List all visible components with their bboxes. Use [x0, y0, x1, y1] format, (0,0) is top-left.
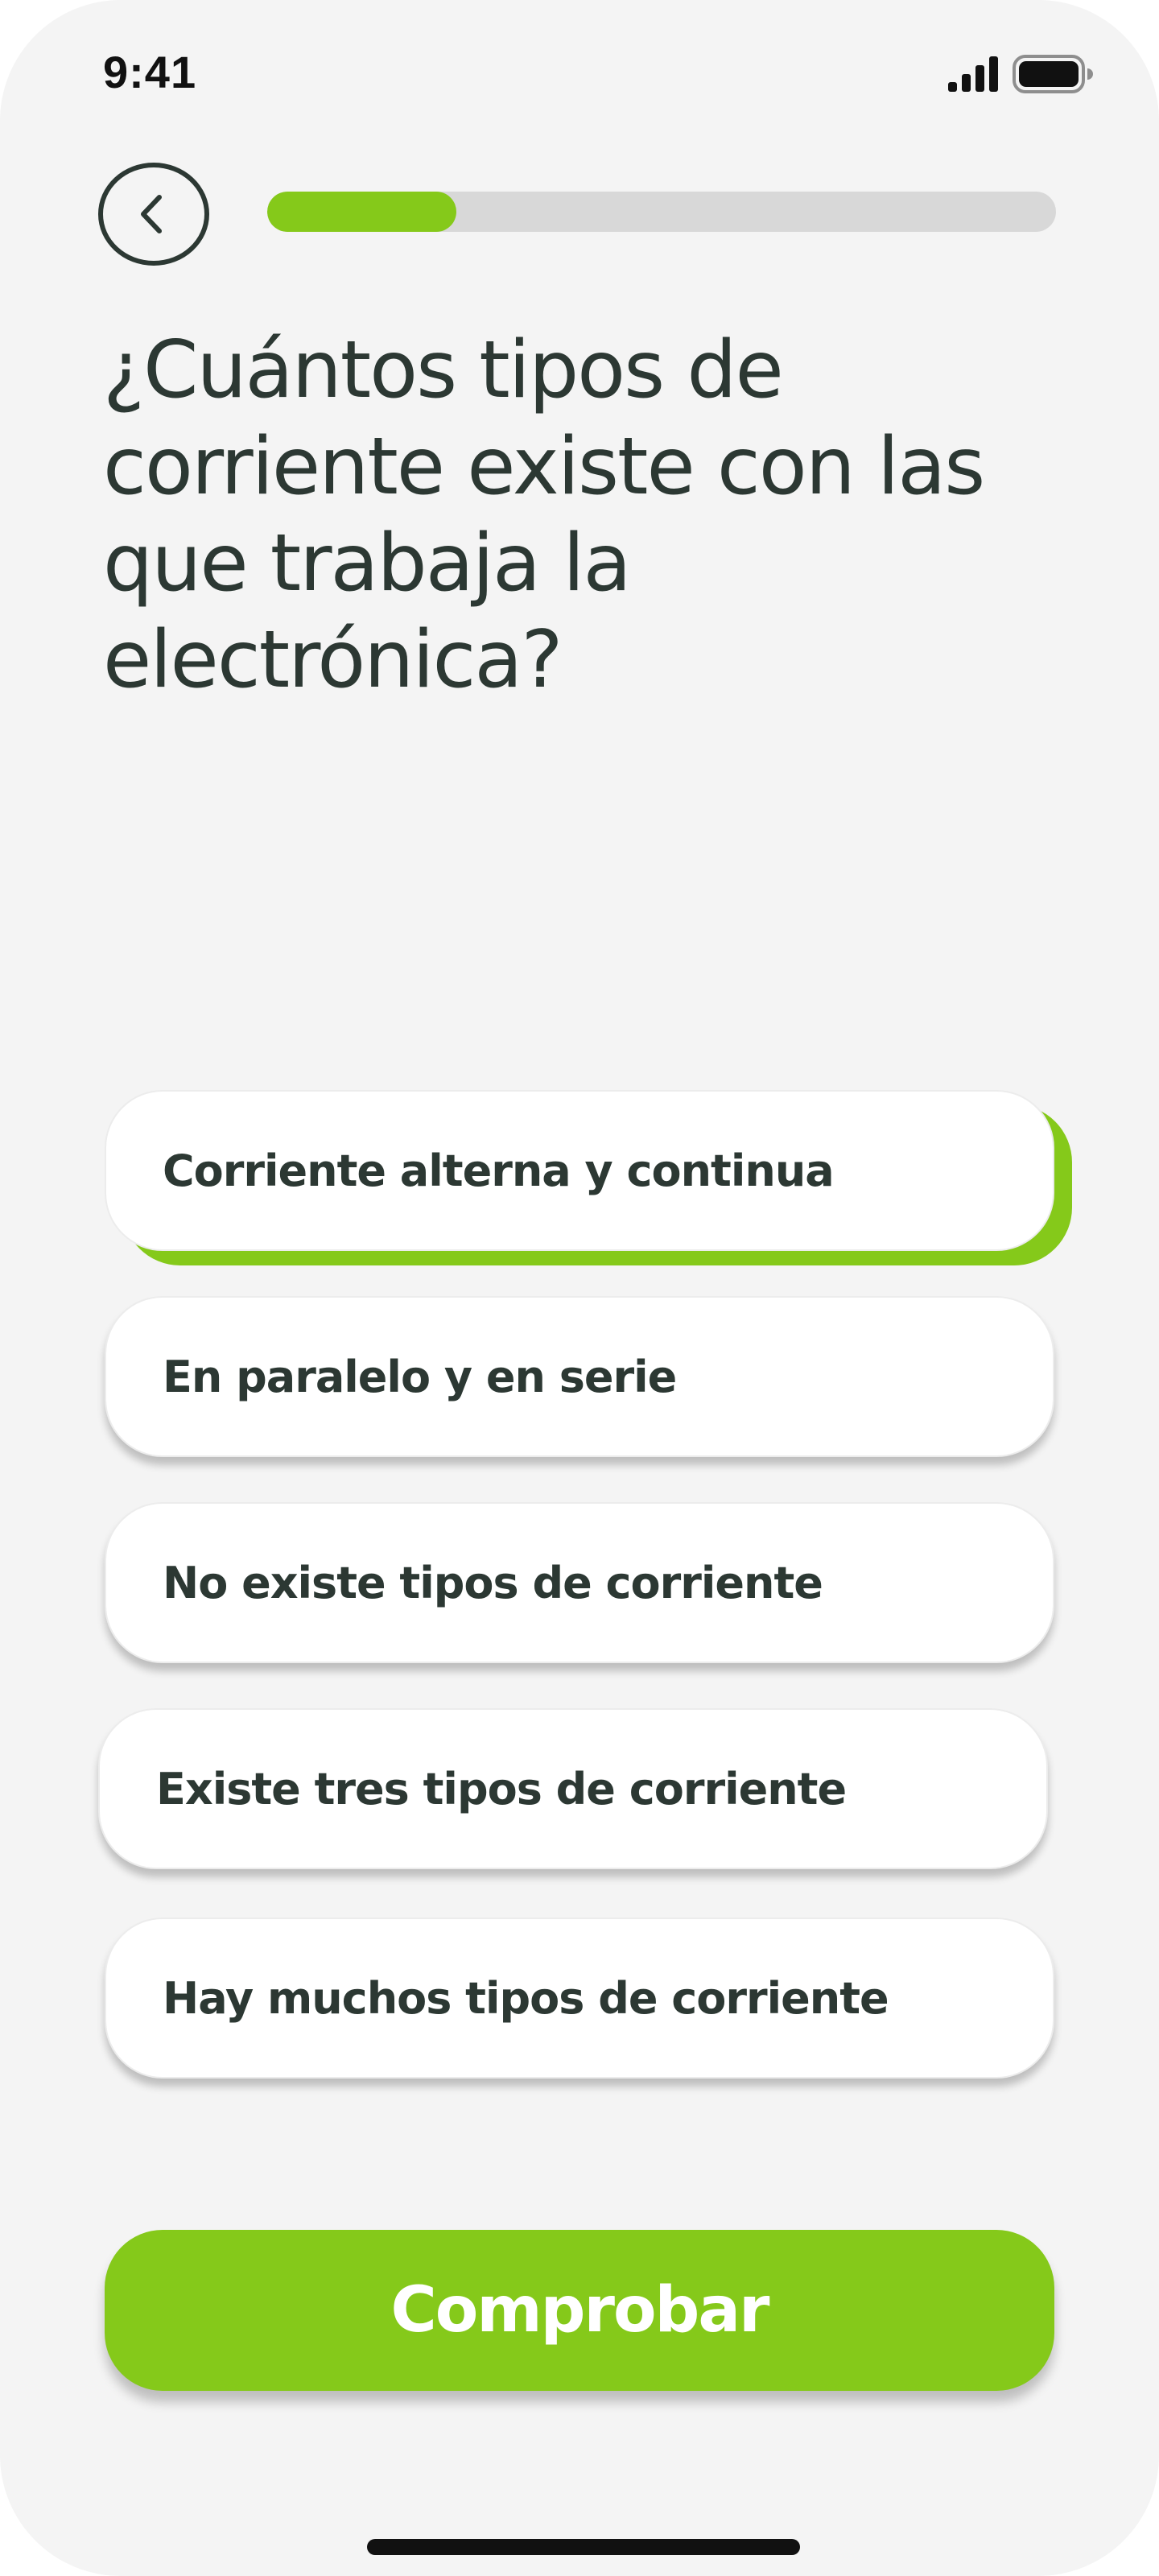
answer-option-label: No existe tipos de corriente [163, 1557, 823, 1608]
progress-fill [267, 192, 457, 232]
status-time: 9:41 [103, 47, 197, 97]
chevron-left-icon [141, 195, 162, 233]
progress-bar [267, 192, 1056, 232]
answer-option-5[interactable]: Hay muchos tipos de corriente [105, 1918, 1054, 2079]
answer-option-1[interactable]: Corriente alterna y continua [105, 1090, 1054, 1251]
cellular-signal-icon [948, 56, 998, 92]
answer-option-label: Hay muchos tipos de corriente [163, 1972, 889, 2024]
answer-option-4[interactable]: Existe tres tipos de corriente [98, 1708, 1048, 1869]
answer-option-3[interactable]: No existe tipos de corriente [105, 1502, 1054, 1663]
answer-option-label: En paralelo y en serie [163, 1351, 677, 1402]
battery-full-icon [1013, 55, 1093, 93]
quiz-screen: 9:41 ¿Cuántos tipos de corriente existe … [0, 0, 1159, 2576]
answer-option-label: Corriente alterna y continua [163, 1145, 835, 1196]
answer-option-2[interactable]: En paralelo y en serie [105, 1296, 1054, 1457]
question-text: ¿Cuántos tipos de corriente existe con l… [103, 324, 985, 706]
answer-option-label: Existe tres tipos de corriente [156, 1763, 847, 1814]
back-button[interactable] [98, 163, 209, 266]
home-indicator[interactable] [367, 2539, 800, 2555]
check-button[interactable]: Comprobar [105, 2230, 1054, 2391]
